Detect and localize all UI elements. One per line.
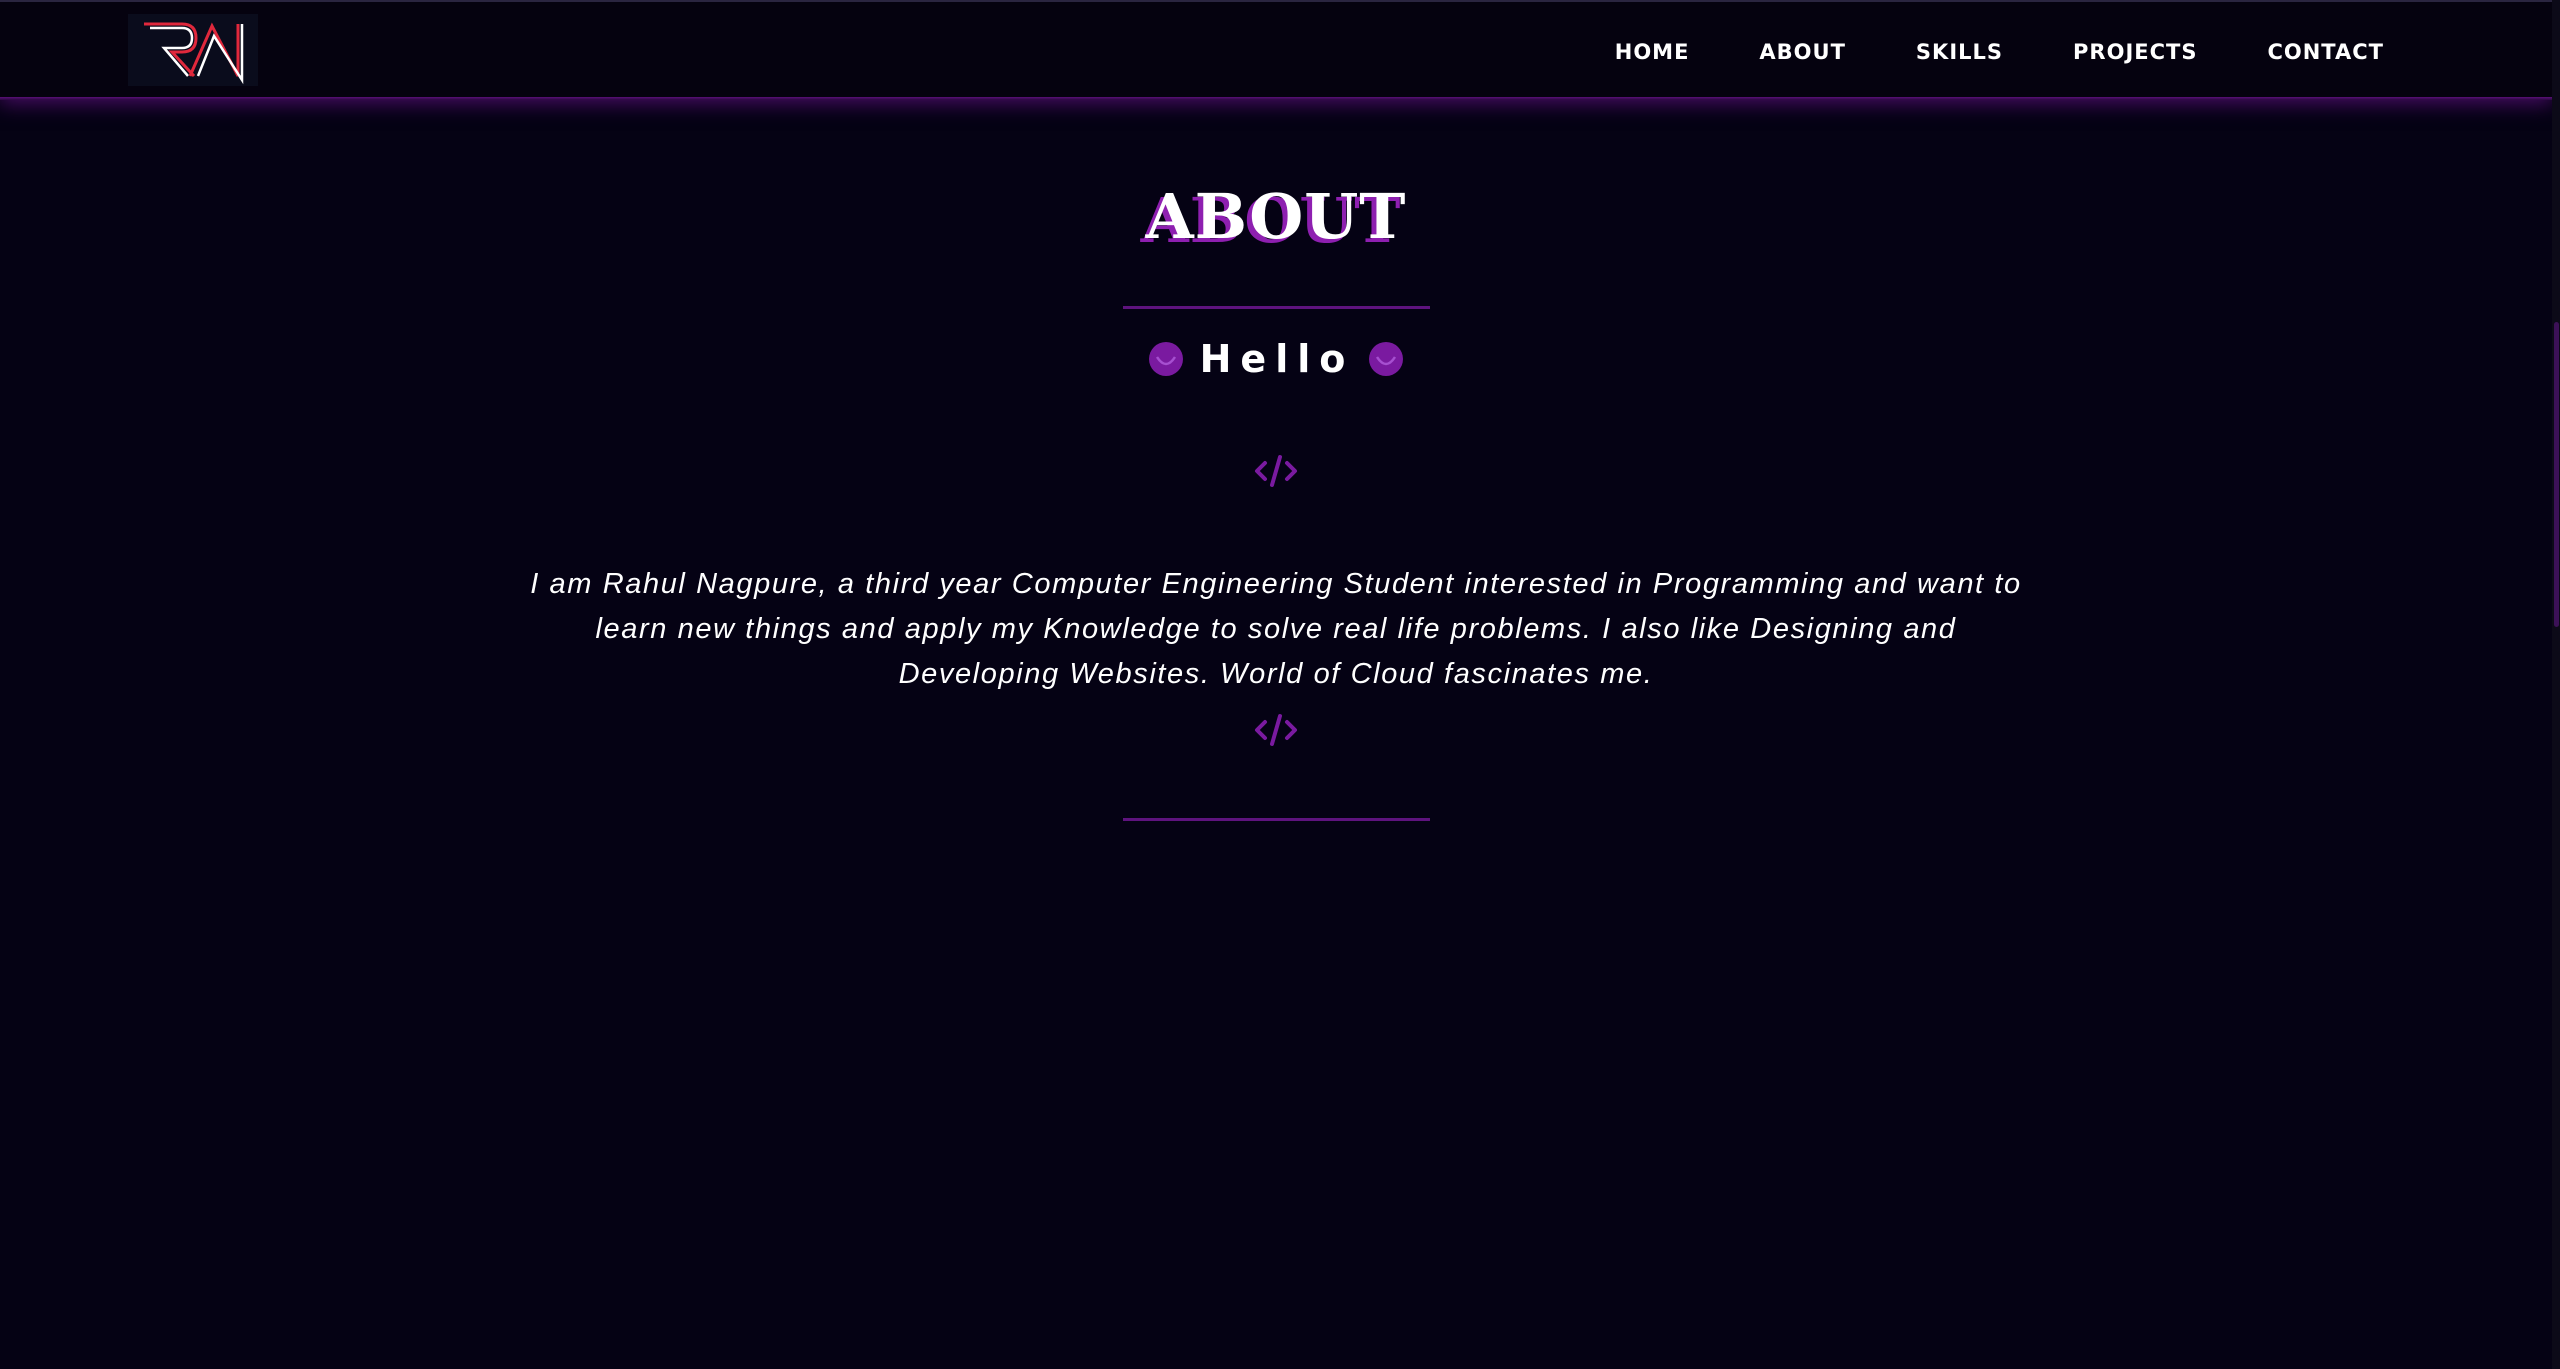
nav-about-link[interactable]: ABOUT: [1759, 40, 1846, 64]
bottom-divider: [1123, 818, 1430, 821]
code-icon: [1255, 455, 1297, 487]
nav-skills-link[interactable]: SKILLS: [1916, 40, 2003, 64]
greeting-row: Hello: [0, 334, 2552, 384]
nav-menu: HOME ABOUT SKILLS PROJECTS CONTACT: [1545, 2, 2384, 102]
scrollbar-thumb[interactable]: [2554, 322, 2559, 627]
smiley-icon: [1369, 342, 1404, 376]
smiley-icon: [1148, 342, 1183, 376]
code-icon: [1255, 714, 1297, 746]
site-logo[interactable]: [128, 14, 258, 86]
greeting-text: Hello: [1199, 337, 1355, 381]
rn-logo-icon: [144, 22, 244, 85]
nav-projects-link[interactable]: PROJECTS: [2073, 40, 2197, 64]
top-divider: [1123, 306, 1430, 309]
page: HOME ABOUT SKILLS PROJECTS CONTACT ABOUT…: [0, 0, 2560, 1369]
scrollbar[interactable]: [2552, 0, 2560, 1369]
about-description: I am Rahul Nagpure, a third year Compute…: [530, 568, 2022, 690]
nav-contact-link[interactable]: CONTACT: [2267, 40, 2384, 64]
about-heading: ABOUT: [1145, 179, 1407, 253]
navbar: HOME ABOUT SKILLS PROJECTS CONTACT: [0, 0, 2552, 100]
nav-home-link[interactable]: HOME: [1615, 40, 1690, 64]
